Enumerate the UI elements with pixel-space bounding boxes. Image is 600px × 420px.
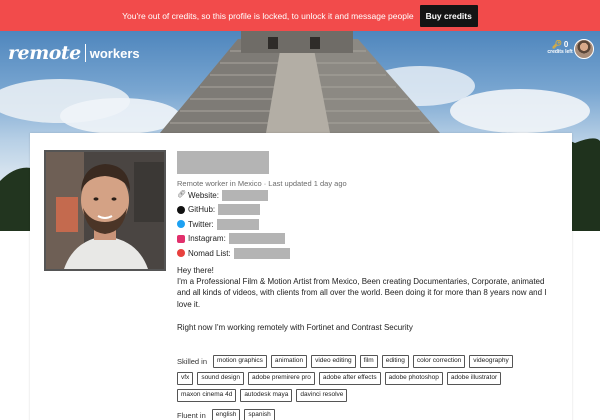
nomadlist-label: Nomad List: — [188, 248, 231, 258]
logo-remote: remote — [8, 42, 81, 64]
fluent-label: Fluent in — [177, 410, 206, 420]
skill-tag[interactable]: videography — [469, 354, 513, 368]
profile-bio: Hey there! I'm a Professional Film & Mot… — [177, 265, 557, 333]
key-icon: 🔑︎ — [551, 40, 562, 49]
logo-divider — [84, 44, 86, 62]
skill-tag[interactable]: adobe premirere pro — [247, 371, 315, 385]
twitter-locked-value — [216, 218, 259, 230]
twitter-link-row: Twitter: — [177, 217, 557, 232]
profile-card: Remote worker in Mexico · Last updated 1… — [30, 133, 572, 420]
nomadlist-locked-value — [233, 247, 290, 259]
twitter-icon — [177, 220, 185, 229]
logo-workers: workers — [89, 45, 140, 61]
instagram-label: Instagram: — [188, 234, 226, 244]
twitter-label: Twitter: — [188, 219, 214, 229]
bio-greeting: Hey there! — [177, 265, 214, 275]
instagram-link-row: Instagram: — [177, 232, 557, 247]
skill-tag[interactable]: animation — [270, 354, 308, 368]
banner-message: You're out of credits, so this profile i… — [122, 10, 414, 21]
languages-list: Fluent in english spanish — [177, 408, 527, 420]
out-of-credits-banner: You're out of credits, so this profile i… — [0, 0, 600, 31]
skill-tag[interactable]: video editing — [311, 354, 356, 368]
website-label: Website: — [188, 190, 219, 200]
github-locked-value — [218, 204, 261, 216]
link-icon: 🔗︎ — [177, 191, 186, 199]
user-avatar[interactable] — [574, 39, 594, 59]
language-tag[interactable]: english — [211, 408, 241, 420]
website-link-row: 🔗︎ Website: — [177, 188, 557, 203]
skills-label: Skilled in — [177, 356, 208, 366]
skill-tag[interactable]: editing — [381, 354, 409, 368]
instagram-locked-value — [228, 233, 285, 245]
skill-tag[interactable]: color correction — [412, 354, 466, 368]
bio-paragraph: I'm a Professional Film & Motion Artist … — [177, 276, 547, 309]
profile-info: Remote worker in Mexico · Last updated 1… — [177, 151, 557, 420]
bio-current-work: Right now I'm working remotely with Fort… — [177, 322, 413, 332]
credits-count: 0 — [563, 40, 569, 49]
instagram-icon — [177, 234, 185, 243]
buy-credits-button[interactable]: Buy credits — [419, 4, 478, 27]
skill-tag[interactable]: adobe illustrator — [446, 371, 502, 385]
github-icon — [177, 205, 185, 214]
github-link-row: GitHub: — [177, 203, 557, 218]
github-label: GitHub: — [188, 205, 216, 215]
skills-list: Skilled in motion graphics animation vid… — [177, 354, 527, 402]
skill-tag[interactable]: maxon cinema 4d — [177, 388, 237, 402]
skill-tag[interactable]: sound design — [197, 371, 244, 385]
skill-tag[interactable]: motion graphics — [213, 354, 267, 368]
nomadlist-link-row: Nomad List: — [177, 246, 557, 261]
skill-tag[interactable]: vfx — [177, 371, 194, 385]
skill-tag[interactable]: adobe after effects — [318, 371, 381, 385]
website-locked-value — [221, 189, 268, 201]
skill-tag[interactable]: autodesk maya — [240, 388, 293, 402]
nomadlist-icon — [177, 249, 185, 258]
profile-subtitle: Remote worker in Mexico · Last updated 1… — [177, 179, 347, 188]
credits-label: credits left — [547, 49, 573, 55]
name-locked-placeholder — [177, 151, 269, 174]
profile-photo — [44, 150, 166, 271]
language-tag[interactable]: spanish — [244, 408, 275, 420]
skill-tag[interactable]: davinci resolve — [296, 388, 348, 402]
skill-tag[interactable]: adobe photoshop — [384, 371, 443, 385]
remoteworkers-logo[interactable]: remote workers — [8, 42, 140, 64]
skill-tag[interactable]: film — [359, 354, 378, 368]
credits-indicator[interactable]: 🔑︎ 0 credits left — [546, 40, 574, 55]
